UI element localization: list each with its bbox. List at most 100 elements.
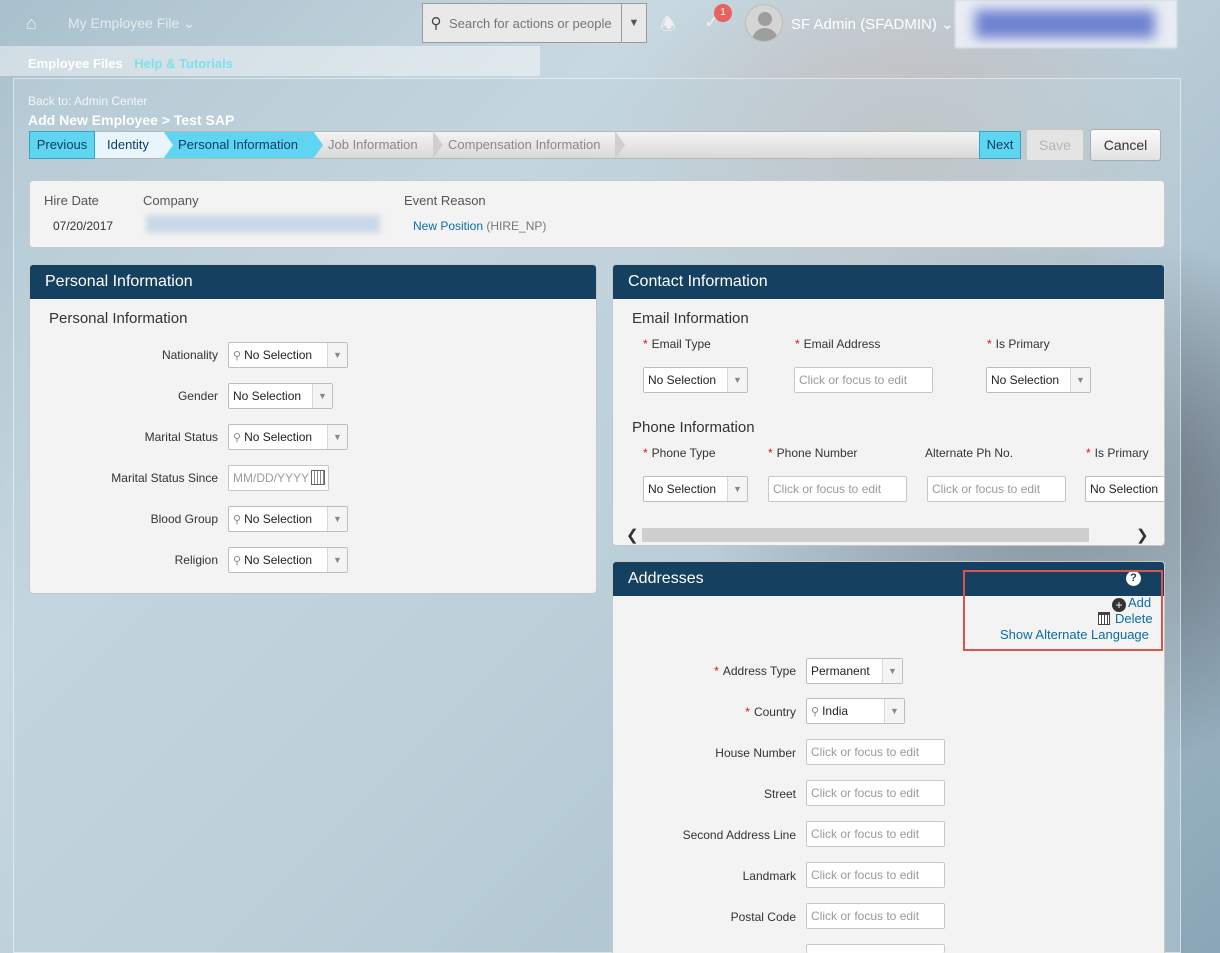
- user-menu[interactable]: SF Admin (SFADMIN) ⌄: [791, 15, 954, 33]
- save-button[interactable]: Save: [1026, 129, 1084, 161]
- panel-title: Personal Information: [30, 265, 596, 299]
- search-icon: ⚲: [233, 432, 242, 444]
- hire-date-value: 07/20/2017: [53, 219, 114, 233]
- marital-status-since-date[interactable]: MM/DD/YYYY: [228, 465, 329, 491]
- phone-number-input[interactable]: Click or focus to edit: [768, 476, 907, 502]
- calendar-icon[interactable]: [311, 470, 325, 485]
- nationality-label: Nationality: [161, 348, 218, 362]
- search-icon: ⚲: [430, 15, 442, 32]
- previous-button[interactable]: Previous: [29, 131, 95, 159]
- wizard-step-personal-information[interactable]: Personal Information: [163, 132, 313, 158]
- street-input[interactable]: Click or focus to edit: [806, 780, 945, 806]
- nationality-select[interactable]: ⚲ No Selection ▼: [228, 342, 348, 368]
- house-number-label: House Number: [715, 746, 796, 760]
- search-icon: ⚲: [811, 706, 820, 718]
- subnav-employee-files[interactable]: Employee Files: [28, 56, 123, 71]
- phone-primary-select[interactable]: No Selection: [1085, 476, 1164, 502]
- delete-address-button[interactable]: Delete: [1098, 611, 1153, 626]
- search-input[interactable]: [449, 15, 621, 31]
- contact-information-panel: Contact Information: [612, 264, 1165, 546]
- label-text: Address Type: [722, 664, 796, 678]
- wizard-step-compensation-information[interactable]: Compensation Information: [433, 132, 615, 158]
- marital-status-select[interactable]: ⚲ No Selection ▼: [228, 424, 348, 450]
- dropdown-arrow-icon: ▼: [884, 699, 904, 723]
- dropdown-arrow-icon: ▼: [327, 548, 347, 572]
- alternate-phone-input[interactable]: Click or focus to edit: [927, 476, 1066, 502]
- email-section-title: Email Information: [632, 310, 749, 327]
- add-address-button[interactable]: + Add: [1112, 595, 1151, 612]
- select-value: No Selection: [244, 348, 313, 362]
- wizard-step-job-information[interactable]: Job Information: [313, 132, 433, 158]
- select-value: No Selection: [244, 430, 313, 444]
- next-button[interactable]: Next: [979, 131, 1021, 159]
- cancel-button[interactable]: Cancel: [1090, 129, 1161, 161]
- email-primary-select[interactable]: No Selection ▼: [986, 367, 1091, 393]
- postal-code-input[interactable]: Click or focus to edit: [806, 903, 945, 929]
- postal-code-label: Postal Code: [730, 910, 796, 924]
- phone-section-title: Phone Information: [632, 419, 755, 436]
- trash-icon: [1098, 612, 1110, 625]
- select-value: No Selection: [1090, 482, 1159, 496]
- horizontal-scrollbar[interactable]: [642, 528, 1089, 542]
- label-text: Email Type: [651, 337, 711, 351]
- select-value: No Selection: [233, 389, 302, 403]
- phone-type-select[interactable]: No Selection ▼: [643, 476, 748, 502]
- dropdown-arrow-icon: ▼: [882, 659, 902, 683]
- dropdown-arrow-icon: ▼: [327, 507, 347, 531]
- select-value: No Selection: [648, 373, 717, 387]
- label-text: Phone Type: [651, 446, 716, 460]
- home-icon[interactable]: ⌂: [26, 13, 46, 33]
- landmark-input[interactable]: Click or focus to edit: [806, 862, 945, 888]
- country-select[interactable]: ⚲ India ▼: [806, 698, 905, 724]
- top-bar: ⌂ My Employee File ⌄ ⚲ ▼ 🕭 ✓ 1 SF Admin …: [0, 0, 1220, 48]
- blood-group-select[interactable]: ⚲ No Selection ▼: [228, 506, 348, 532]
- religion-select[interactable]: ⚲ No Selection ▼: [228, 547, 348, 573]
- show-alternate-language-link[interactable]: Show Alternate Language: [1000, 627, 1149, 642]
- hire-date-label: Hire Date: [44, 193, 99, 208]
- bell-icon[interactable]: 🕭: [660, 12, 676, 42]
- dropdown-arrow-icon: ▼: [727, 368, 747, 392]
- search-icon: ⚲: [233, 514, 242, 526]
- subnav-help-tutorials[interactable]: Help & Tutorials: [134, 56, 233, 71]
- wizard-step-identity[interactable]: Identity: [95, 132, 163, 158]
- next-address-input[interactable]: [806, 944, 945, 953]
- module-menu[interactable]: My Employee File ⌄: [68, 15, 195, 32]
- label-text: Country: [753, 705, 796, 719]
- email-type-select[interactable]: No Selection ▼: [643, 367, 748, 393]
- back-link[interactable]: Back to: Admin Center: [28, 94, 147, 108]
- panel-title: Contact Information: [613, 265, 1164, 299]
- select-value: Permanent: [811, 664, 870, 678]
- avatar[interactable]: [745, 4, 783, 42]
- email-address-input[interactable]: Click or focus to edit: [794, 367, 933, 393]
- select-value: No Selection: [244, 553, 313, 567]
- wizard-chevron: [163, 131, 173, 159]
- alternate-phone-label: Alternate Ph No.: [925, 446, 1014, 460]
- dropdown-arrow-icon: ▼: [312, 384, 332, 408]
- company-value-redacted: [146, 215, 380, 233]
- label-text: Is Primary: [995, 337, 1050, 351]
- house-number-input[interactable]: Click or focus to edit: [806, 739, 945, 765]
- company-label: Company: [143, 193, 199, 208]
- address-type-select[interactable]: Permanent ▼: [806, 658, 903, 684]
- dropdown-arrow-icon: ▼: [1070, 368, 1090, 392]
- religion-label: Religion: [174, 553, 218, 567]
- wizard-chevron: [313, 131, 323, 159]
- hire-summary-card: [29, 180, 1165, 248]
- dropdown-arrow-icon: ▼: [727, 477, 747, 501]
- second-address-line-input[interactable]: Click or focus to edit: [806, 821, 945, 847]
- gender-select[interactable]: No Selection ▼: [228, 383, 333, 409]
- phone-number-label: * Phone Number: [768, 446, 858, 460]
- chevron-down-icon: ⌄: [941, 16, 954, 33]
- section-title: Personal Information: [49, 310, 188, 327]
- label-text: Is Primary: [1094, 446, 1149, 460]
- notification-badge: 1: [714, 4, 732, 22]
- search-dropdown-icon[interactable]: ▼: [621, 4, 646, 42]
- global-search[interactable]: ⚲ ▼: [422, 3, 647, 43]
- scroll-right-icon[interactable]: ❯: [1136, 526, 1149, 544]
- second-address-line-label: Second Address Line: [682, 828, 796, 842]
- scroll-left-icon[interactable]: ❮: [626, 526, 639, 544]
- blood-group-label: Blood Group: [150, 512, 218, 526]
- page-title: Add New Employee > Test SAP: [28, 112, 235, 128]
- event-reason-link[interactable]: New Position: [413, 219, 483, 233]
- dropdown-arrow-icon: ▼: [327, 343, 347, 367]
